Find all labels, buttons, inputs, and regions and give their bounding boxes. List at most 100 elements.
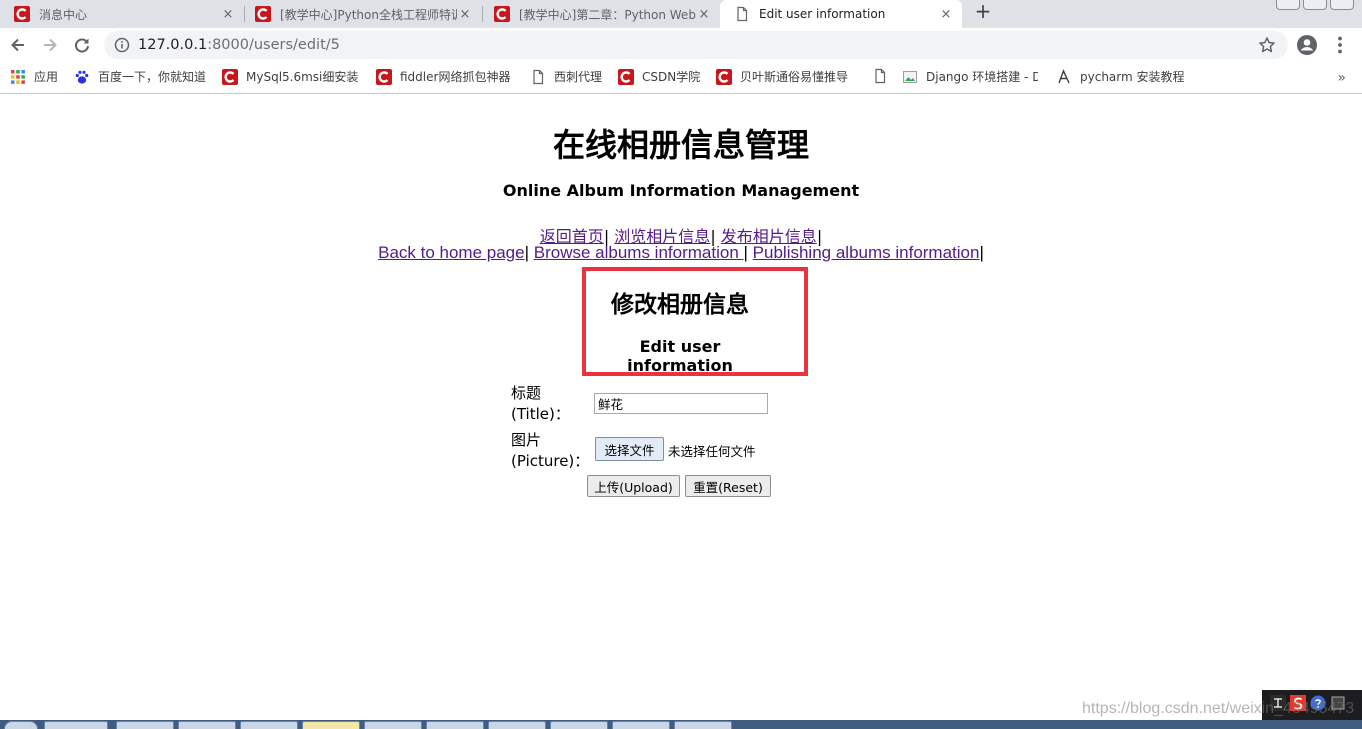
bookmark-fiddler[interactable]: fiddler网络抓包神器 xyxy=(376,68,510,85)
tab-title: Edit user information xyxy=(759,7,886,21)
back-button[interactable] xyxy=(6,33,30,57)
info-icon[interactable] xyxy=(114,37,130,53)
nav-link-home-en[interactable]: Back to home page xyxy=(378,243,524,262)
close-icon[interactable]: × xyxy=(220,7,236,22)
taskbar-item[interactable] xyxy=(612,721,670,729)
title-label-en: (Title)： xyxy=(511,405,570,423)
arrow-left-icon xyxy=(11,38,24,52)
forward-button[interactable] xyxy=(38,33,62,57)
tab-edit-user-information[interactable]: Edit user information × xyxy=(720,0,962,28)
taskbar-item[interactable] xyxy=(240,721,298,729)
star-icon[interactable] xyxy=(1258,36,1276,54)
document-icon xyxy=(533,69,544,84)
close-icon[interactable]: × xyxy=(696,7,712,22)
baidu-paw-icon xyxy=(75,70,89,84)
taskbar-item[interactable] xyxy=(44,721,108,729)
picture-label-cn: 图片 xyxy=(511,431,542,449)
title-input[interactable] xyxy=(594,393,768,414)
upload-button[interactable]: 上传(Upload) xyxy=(587,475,680,497)
taskbar-item[interactable] xyxy=(116,721,174,729)
reload-icon xyxy=(75,38,89,53)
reload-button[interactable] xyxy=(70,33,94,57)
csdn-c-icon xyxy=(716,68,732,85)
page-content: 在线相册信息管理 Online Album Information Manage… xyxy=(0,95,1362,695)
bookmarks-overflow-button[interactable]: » xyxy=(1337,70,1346,86)
bookmark-label: 百度一下，你就知道 xyxy=(98,70,207,84)
arrow-right-icon xyxy=(44,38,57,52)
tab-python-web[interactable]: [教学中心]第二章：Python Web × xyxy=(480,0,720,28)
section-subtitle: Edit user information xyxy=(627,337,733,375)
bookmark-label: MySql5.6msi细安装 xyxy=(246,70,358,84)
file-status-text: 未选择任何文件 xyxy=(668,444,756,459)
minimize-button[interactable] xyxy=(1276,0,1300,10)
bookmark-csdn-academy[interactable]: CSDN学院 xyxy=(618,68,700,85)
title-label-cn: 标题 xyxy=(511,384,542,402)
bookmark-label: fiddler网络抓包神器 xyxy=(400,70,511,84)
tab-title: [教学中心]第二章：Python Web xyxy=(519,7,696,22)
page-title: 在线相册信息管理 xyxy=(552,126,809,164)
nav-separator: | xyxy=(524,243,530,262)
tab-strip: 消息中心 × [教学中心]Python全栈工程师特训 × [教学中心]第二章：P… xyxy=(0,0,1362,28)
csdn-c-icon xyxy=(494,6,510,22)
url-host: 127.0.0.1 xyxy=(138,37,208,53)
watermark: https://blog.csdn.net/weixin_43495473 xyxy=(1082,700,1355,717)
bookmark-bayes[interactable]: 贝叶斯通俗易懂推导 xyxy=(716,68,848,85)
taskbar-item[interactable] xyxy=(550,721,608,729)
bookmark-baidu[interactable]: 百度一下，你就知道 xyxy=(74,68,206,85)
nav-separator: | xyxy=(979,243,984,262)
picture-label-en: (Picture)： xyxy=(511,452,590,470)
taskbar-item[interactable] xyxy=(426,721,484,729)
tab-title: [教学中心]Python全栈工程师特训 xyxy=(280,7,457,22)
nav-separator: | xyxy=(743,243,748,262)
tab-python-course[interactable]: [教学中心]Python全栈工程师特训 × xyxy=(241,0,481,28)
document-icon xyxy=(875,68,886,84)
taskbar-item[interactable] xyxy=(302,721,360,729)
bookmark-label: 西刺代理 xyxy=(554,70,603,84)
taskbar-item[interactable] xyxy=(488,721,546,729)
kebab-menu-icon[interactable] xyxy=(1330,34,1350,56)
maximize-button[interactable] xyxy=(1303,0,1327,10)
bookmark-apps[interactable]: 应用 xyxy=(10,68,58,85)
bookmark-mysql[interactable]: MySql5.6msi细安装 xyxy=(222,68,358,85)
bookmark-label: pycharm 安装教程 xyxy=(1080,70,1185,84)
taskbar-item[interactable] xyxy=(364,721,422,729)
image-icon xyxy=(903,70,917,83)
url-path: :8000/users/edit/5 xyxy=(207,37,340,53)
bookmark-label: Django 环境搭建 - D xyxy=(926,70,1038,84)
new-tab-button[interactable]: + xyxy=(972,0,994,24)
tab-message-center[interactable]: 消息中心 × xyxy=(0,0,244,28)
taskbar-item[interactable] xyxy=(178,721,236,729)
close-icon[interactable]: × xyxy=(457,7,473,22)
bookmark-pycharm[interactable]: pycharm 安装教程 xyxy=(1056,68,1185,85)
choose-file-button[interactable]: 选择文件 xyxy=(595,437,664,461)
picture-label: 图片 (Picture)： xyxy=(511,430,601,472)
bookmark-xici-proxy[interactable]: 西刺代理 xyxy=(530,68,602,85)
account-icon[interactable] xyxy=(1296,34,1318,56)
close-icon[interactable]: × xyxy=(938,7,954,22)
close-window-button[interactable] xyxy=(1330,0,1354,10)
tab-title: 消息中心 xyxy=(39,7,88,22)
browser-toolbar: 127.0.0.1:8000/users/edit/5 xyxy=(0,28,1362,62)
start-button[interactable] xyxy=(4,721,38,729)
title-label: 标题 (Title)： xyxy=(511,383,601,425)
csdn-c-icon xyxy=(14,6,30,22)
csdn-c-icon xyxy=(255,6,271,22)
nav-link-publish-en[interactable]: Publishing albums information xyxy=(753,243,980,262)
bookmarks-bar: 应用 百度一下，你就知道 MySql5.6msi细安装 fiddler网络抓包神… xyxy=(0,62,1362,94)
bookmark-untitled[interactable] xyxy=(872,68,896,84)
bookmark-label: 贝叶斯通俗易懂推导 xyxy=(740,70,849,84)
document-icon xyxy=(737,6,748,22)
page-subtitle: Online Album Information Management xyxy=(502,181,860,200)
bookmark-label: CSDN学院 xyxy=(642,70,701,84)
nav-link-browse-en[interactable]: Browse albums information xyxy=(534,243,744,262)
section-title: 修改相册信息 xyxy=(611,292,749,318)
apps-grid-icon xyxy=(11,69,25,84)
taskbar-item[interactable] xyxy=(674,721,732,729)
pycharm-icon xyxy=(1058,68,1070,83)
csdn-c-icon xyxy=(376,68,392,85)
reset-button[interactable]: 重置(Reset) xyxy=(685,475,771,497)
address-bar[interactable]: 127.0.0.1:8000/users/edit/5 xyxy=(104,31,1288,59)
nav-links-en: Back to home page| Browse albums informa… xyxy=(0,243,1362,263)
csdn-c-icon xyxy=(618,68,634,85)
bookmark-django[interactable]: Django 环境搭建 - D xyxy=(902,68,1038,85)
